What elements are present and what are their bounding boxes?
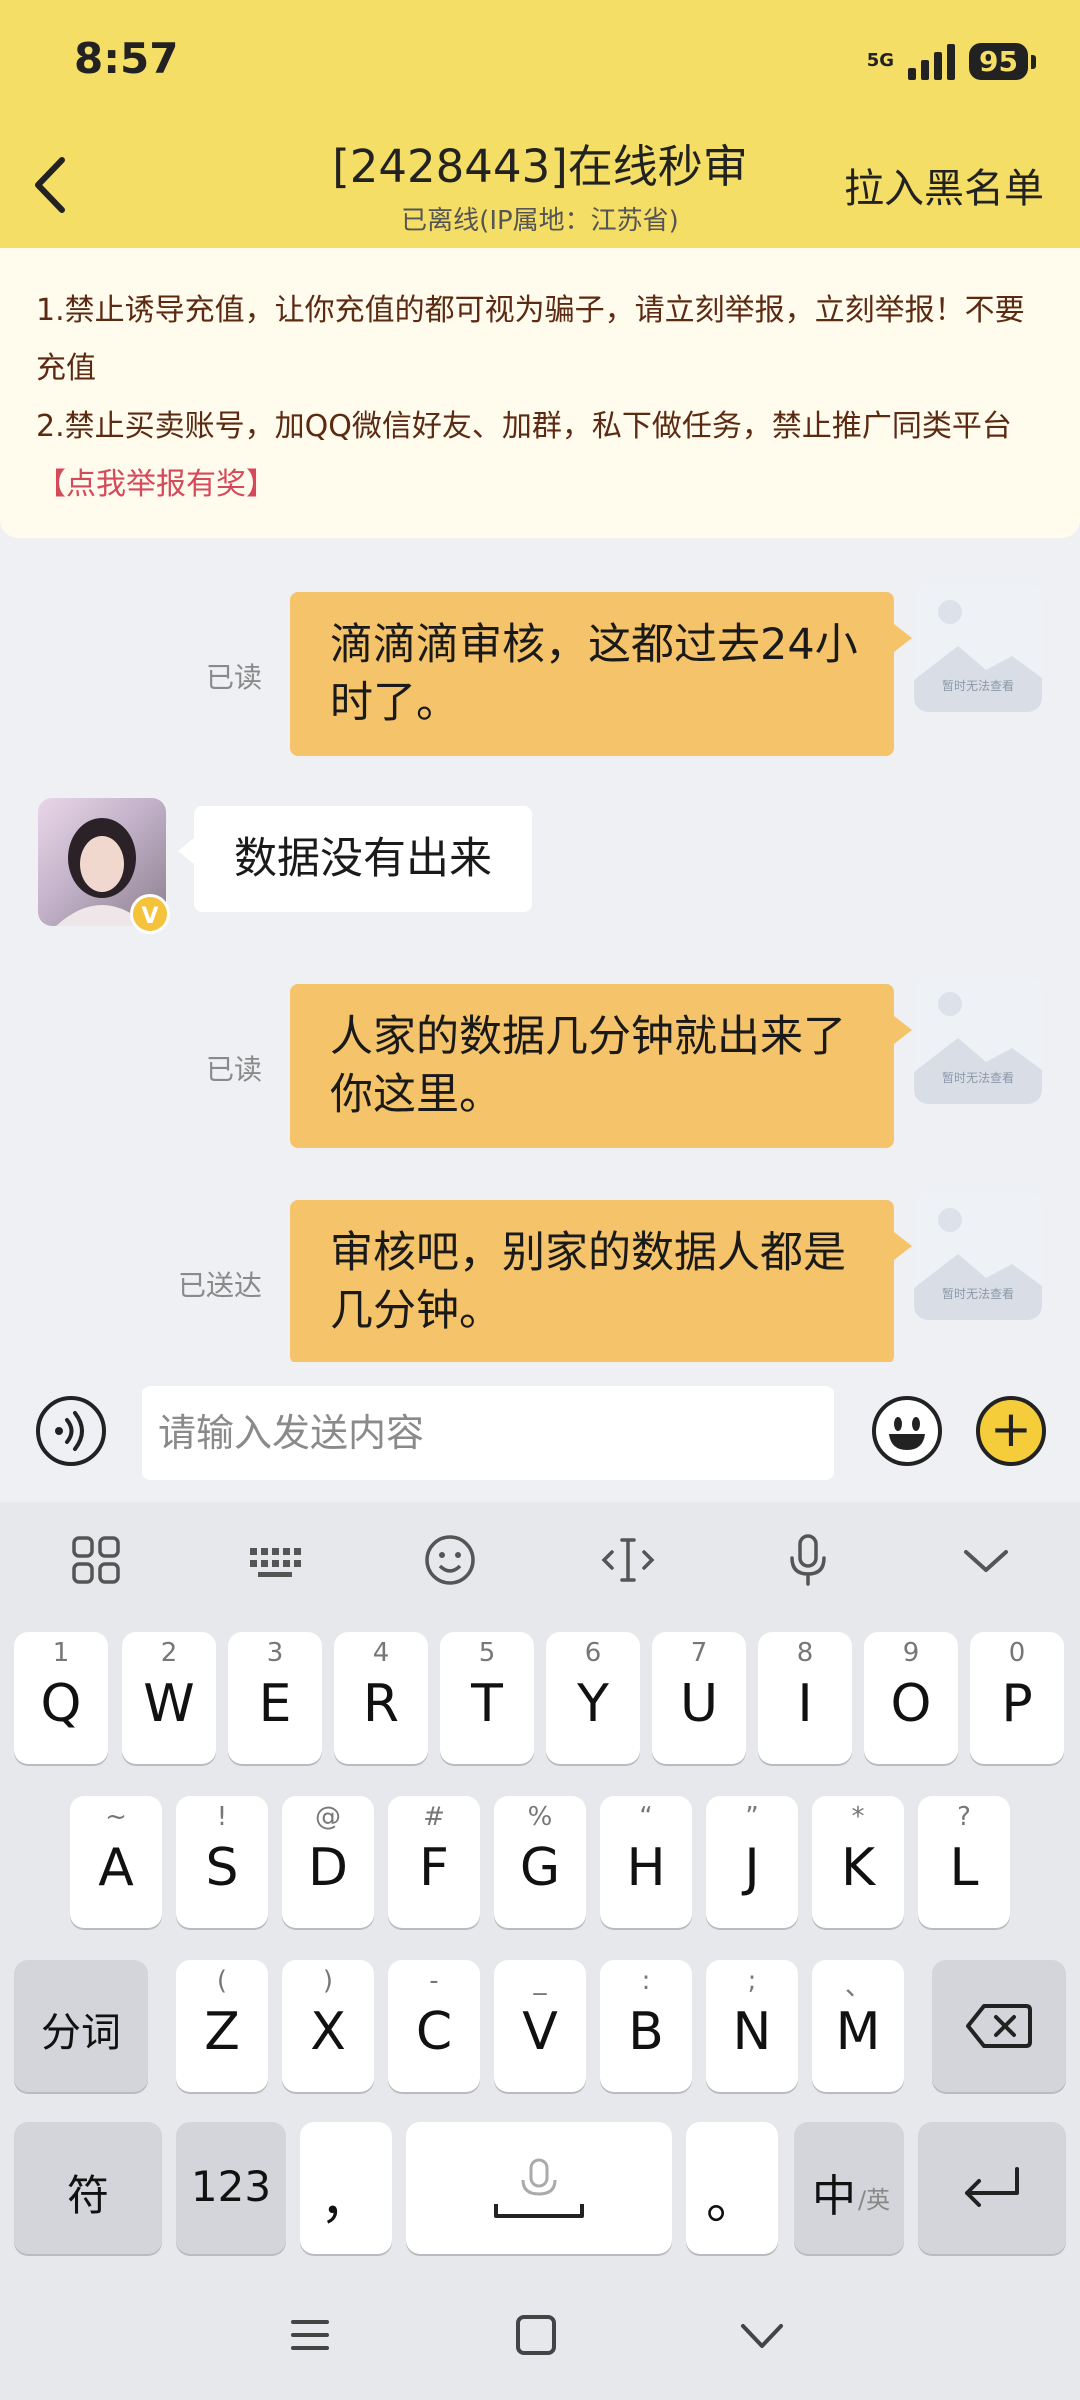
enter-key[interactable]: [918, 2122, 1066, 2254]
key-o[interactable]: 9O: [864, 1632, 958, 1764]
sender-avatar-placeholder[interactable]: 暂时无法查看: [914, 976, 1042, 1104]
keyboard-layout-icon[interactable]: [244, 1530, 304, 1590]
key-z[interactable]: (Z: [176, 1960, 268, 2092]
back-nav-icon[interactable]: [737, 2310, 787, 2360]
key-i[interactable]: 8I: [758, 1632, 852, 1764]
mountain-icon: [914, 1038, 1042, 1104]
key-u[interactable]: 7U: [652, 1632, 746, 1764]
key-p[interactable]: 0P: [970, 1632, 1064, 1764]
key-v[interactable]: _ V: [494, 1960, 586, 2092]
key-b[interactable]: :B: [600, 1960, 692, 2092]
key-j[interactable]: ” J: [706, 1796, 798, 1928]
blacklist-button[interactable]: 拉入黑名单: [844, 156, 1044, 214]
voice-icon: [55, 1411, 84, 1451]
network-type: 5G: [866, 50, 895, 71]
image-unavailable-text: 暂时无法查看: [941, 1287, 1014, 1301]
message-status: 已读: [206, 1053, 263, 1086]
key-q[interactable]: 1Q: [14, 1632, 108, 1764]
cursor-icon[interactable]: [598, 1530, 658, 1590]
numbers-key[interactable]: 123: [176, 2122, 286, 2254]
notice-panel: 1.禁止诱导充值，让你充值的都可视为骗子，请立刻举报，立刻举报！不要充值 2.禁…: [0, 248, 1080, 538]
emoji-keyboard-icon[interactable]: [420, 1530, 480, 1590]
collapse-keyboard-icon[interactable]: [956, 1530, 1016, 1590]
key-d[interactable]: @ D: [282, 1796, 374, 1928]
key-w[interactable]: 2W: [122, 1632, 216, 1764]
key-n[interactable]: ; N: [706, 1960, 798, 2092]
space-mic-icon: [494, 2158, 584, 2218]
message-status: 已读: [206, 661, 263, 694]
grid-menu-icon[interactable]: [66, 1530, 126, 1590]
key-m[interactable]: 、 M: [812, 1960, 904, 2092]
more-options-button[interactable]: +: [976, 1396, 1046, 1466]
notice-line-1: 1.禁止诱导充值，让你充值的都可视为骗子，请立刻举报，立刻举报！不要充值: [36, 293, 1025, 386]
report-link[interactable]: 【点我举报有奖】: [36, 456, 1044, 514]
key-f[interactable]: # F: [388, 1796, 480, 1928]
symbols-key[interactable]: 符: [14, 2122, 162, 2254]
image-unavailable-text: 暂时无法查看: [941, 679, 1014, 693]
key-s[interactable]: ! S: [176, 1796, 268, 1928]
comma-key[interactable]: ，: [300, 2122, 392, 2254]
key-y[interactable]: 6Y: [546, 1632, 640, 1764]
message-bubble-sent[interactable]: 人家的数据几分钟就出来了你这里。: [290, 984, 912, 1148]
message-input[interactable]: [142, 1386, 834, 1480]
image-placeholder-icon: [938, 992, 962, 1016]
image-placeholder-icon: [938, 600, 962, 624]
status-indicators: 5G 95: [866, 38, 1036, 84]
key-c[interactable]: -C: [388, 1960, 480, 2092]
message-status: 已送达: [178, 1269, 263, 1302]
microphone-icon[interactable]: [778, 1530, 838, 1590]
status-time: 8:57: [74, 34, 179, 83]
battery-level: 95: [969, 42, 1036, 80]
signal-icon: [908, 42, 956, 80]
key-l[interactable]: ? L: [918, 1796, 1010, 1928]
sender-avatar-placeholder[interactable]: 暂时无法查看: [914, 584, 1042, 712]
menu-nav-icon[interactable]: [285, 2310, 335, 2360]
backspace-icon: [966, 2004, 1032, 2048]
key-r[interactable]: 4R: [334, 1632, 428, 1764]
sender-avatar-placeholder[interactable]: 暂时无法查看: [914, 1192, 1042, 1320]
enter-icon: [965, 2167, 1019, 2207]
message-bubble-sent[interactable]: 审核吧，别家的数据人都是几分钟。: [290, 1200, 912, 1364]
voice-button[interactable]: [36, 1396, 106, 1466]
key-x[interactable]: ) X: [282, 1960, 374, 2092]
key-h[interactable]: “H: [600, 1796, 692, 1928]
message-bubble-received[interactable]: 数据没有出来: [178, 806, 532, 912]
image-placeholder-icon: [938, 1208, 962, 1232]
notice-line-2: 2.禁止买卖账号，加QQ微信好友、加群，私下做任务，禁止推广同类平台: [36, 409, 1012, 444]
image-unavailable-text: 暂时无法查看: [941, 1071, 1014, 1085]
verified-badge: V: [130, 894, 170, 934]
key-a[interactable]: ~ A: [70, 1796, 162, 1928]
mountain-icon: [914, 1254, 1042, 1320]
key-t[interactable]: 5T: [440, 1632, 534, 1764]
mountain-icon: [914, 646, 1042, 712]
home-nav-icon[interactable]: [511, 2310, 561, 2360]
space-key[interactable]: [406, 2122, 672, 2254]
key-g[interactable]: % G: [494, 1796, 586, 1928]
segment-key[interactable]: 分词: [14, 1960, 148, 2092]
message-bubble-sent[interactable]: 滴滴滴审核，这都过去24小时了。: [290, 592, 912, 756]
key-k[interactable]: * K: [812, 1796, 904, 1928]
key-e[interactable]: 3E: [228, 1632, 322, 1764]
backspace-key[interactable]: [932, 1960, 1066, 2092]
period-key[interactable]: 。: [686, 2122, 778, 2254]
language-switch-key[interactable]: 中 /英: [794, 2122, 904, 2254]
emoji-button[interactable]: [872, 1396, 942, 1466]
smiley-icon: [889, 1417, 925, 1450]
